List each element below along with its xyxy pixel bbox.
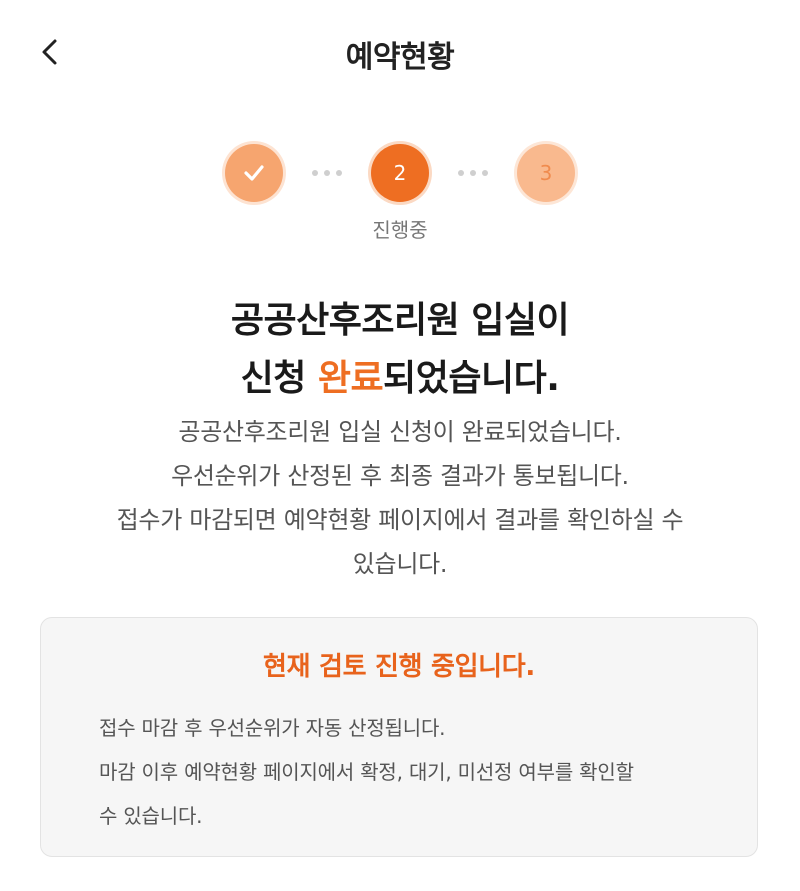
current-step-label: 진행중 [372, 218, 428, 242]
headline-prefix: 신청 [240, 358, 318, 399]
step-3-number: 3 [539, 161, 553, 185]
page-title: 예약현황 [345, 40, 455, 75]
headline-accent: 완료 [317, 358, 384, 399]
card-title: 현재 검토 진행 중입니다. [262, 652, 536, 682]
header: 예약현황 [0, 0, 800, 110]
step-1-completed [225, 144, 283, 202]
description-line: 우선순위가 산정된 후 최종 결과가 통보됩니다. [171, 462, 629, 490]
description-line: 접수가 마감되면 예약현황 페이지에서 결과를 확인하실 수 [116, 506, 684, 534]
step-3-pending: 3 [517, 144, 575, 202]
headline-line-2: 신청 완료되었습니다. [0, 350, 800, 408]
step-connector [429, 170, 517, 176]
completion-headline: 공공산후조리원 입실이 신청 완료되었습니다. [0, 292, 800, 408]
card-line: 마감 이후 예약현황 페이지에서 확정, 대기, 미선정 여부를 확인할 [99, 760, 634, 784]
review-status-card: 현재 검토 진행 중입니다. 접수 마감 후 우선순위가 자동 산정됩니다. 마… [40, 617, 758, 857]
check-icon [244, 165, 264, 181]
step-2-current: 2 [371, 144, 429, 202]
headline-suffix: 되었습니다. [383, 358, 560, 399]
description-line: 공공산후조리원 입실 신청이 완료되었습니다. [178, 418, 622, 446]
step-2-number: 2 [393, 161, 407, 185]
card-line: 접수 마감 후 우선순위가 자동 산정됩니다. [99, 716, 446, 740]
headline-line-1: 공공산후조리원 입실이 [230, 300, 570, 341]
description-line: 있습니다. [352, 550, 448, 578]
progress-stepper: 2 3 [0, 143, 800, 203]
completion-description: 공공산후조리원 입실 신청이 완료되었습니다. 우선순위가 산정된 후 최종 결… [40, 410, 760, 586]
card-line: 수 있습니다. [99, 804, 203, 828]
step-connector [283, 170, 371, 176]
card-body: 접수 마감 후 우선순위가 자동 산정됩니다. 마감 이후 예약현황 페이지에서… [99, 706, 727, 838]
